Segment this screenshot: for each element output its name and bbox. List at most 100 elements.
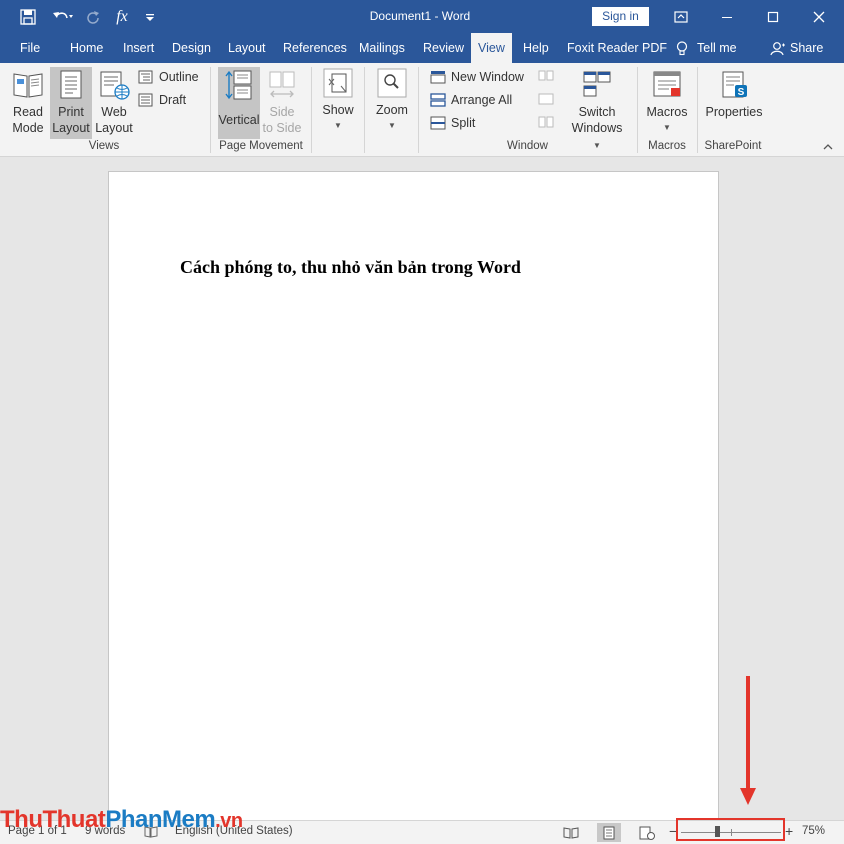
zoom-button[interactable]: Zoom ▼ xyxy=(372,67,412,139)
read-mode-button[interactable]: Read Mode xyxy=(8,67,48,139)
new-window-icon xyxy=(430,71,446,84)
read-mode-view-icon[interactable] xyxy=(559,823,583,842)
draft-button[interactable]: Draft xyxy=(138,93,186,107)
document-area: Cách phóng to, thu nhỏ văn bản trong Wor… xyxy=(0,157,844,831)
ribbon-separator xyxy=(637,67,638,153)
save-icon[interactable] xyxy=(14,0,42,33)
properties-label: Properties xyxy=(705,105,763,119)
share-person-icon xyxy=(770,41,785,55)
share-button[interactable]: Share xyxy=(770,33,823,63)
customize-qat-icon[interactable] xyxy=(140,0,160,33)
web-layout-label-2: Layout xyxy=(95,121,133,135)
print-layout-label-2: Layout xyxy=(52,121,90,135)
web-layout-label-1: Web xyxy=(101,105,127,119)
outline-button[interactable]: Outline xyxy=(138,70,199,84)
zoom-icon xyxy=(377,68,407,98)
ribbon-separator xyxy=(418,67,419,153)
macros-button[interactable]: Macros ▼ xyxy=(644,67,690,139)
tab-review[interactable]: Review xyxy=(423,33,464,63)
web-layout-view-icon[interactable] xyxy=(635,823,659,842)
ribbon-separator xyxy=(210,67,211,153)
split-button[interactable]: Split xyxy=(430,116,475,130)
new-window-label: New Window xyxy=(451,70,524,84)
tab-file[interactable]: File xyxy=(20,33,40,63)
vertical-button[interactable]: Vertical xyxy=(218,67,260,139)
minimize-icon[interactable] xyxy=(704,0,750,33)
tab-design[interactable]: Design xyxy=(172,33,211,63)
tab-view[interactable]: View xyxy=(471,33,512,63)
read-mode-label-1: Read xyxy=(13,105,43,119)
arrange-all-button[interactable]: Arrange All xyxy=(430,93,512,107)
window-title: Document1 - Word xyxy=(369,9,471,23)
properties-button[interactable]: S Properties xyxy=(704,67,764,139)
show-icon xyxy=(323,68,353,98)
zoom-level[interactable]: 75% xyxy=(802,825,825,837)
arrange-all-icon xyxy=(430,93,446,107)
collapse-ribbon-icon[interactable] xyxy=(822,141,834,153)
formula-icon[interactable]: fx xyxy=(110,0,134,33)
ribbon-separator xyxy=(697,67,698,153)
tab-insert[interactable]: Insert xyxy=(123,33,154,63)
print-layout-label-1: Print xyxy=(58,105,84,119)
close-icon[interactable] xyxy=(796,0,842,33)
macros-label: Macros xyxy=(646,105,688,119)
maximize-icon[interactable] xyxy=(750,0,796,33)
show-label: Show xyxy=(322,103,354,117)
tab-foxit-reader-pdf[interactable]: Foxit Reader PDF xyxy=(567,33,667,63)
outline-icon xyxy=(138,70,153,84)
side-to-side-label-2: to Side xyxy=(262,121,302,135)
zoom-dropdown-icon: ▼ xyxy=(388,121,396,130)
title-bar: fx Document1 - Word Sign in xyxy=(0,0,844,33)
redo-icon[interactable] xyxy=(82,0,104,33)
watermark-part1: ThuThuat xyxy=(0,806,106,833)
switch-windows-label-2-text: Windows xyxy=(571,121,623,135)
new-window-button[interactable]: New Window xyxy=(430,70,524,84)
compare-icons xyxy=(538,70,554,128)
read-mode-icon xyxy=(13,73,43,98)
print-layout-view-icon[interactable] xyxy=(597,823,621,842)
side-to-side-icon xyxy=(269,71,295,98)
group-label-views: Views xyxy=(88,140,120,152)
side-to-side-button[interactable]: Side to Side xyxy=(262,67,302,139)
group-label-page-movement: Page Movement xyxy=(219,140,303,152)
show-dropdown-icon: ▼ xyxy=(334,121,342,130)
tab-layout[interactable]: Layout xyxy=(228,33,266,63)
undo-icon[interactable] xyxy=(48,0,78,33)
lightbulb-icon xyxy=(676,40,688,55)
split-label: Split xyxy=(451,116,476,130)
web-layout-button[interactable]: Web Layout xyxy=(94,67,134,139)
zoom-in-button[interactable]: + xyxy=(785,823,793,839)
zoom-label: Zoom xyxy=(376,103,408,117)
document-heading[interactable]: Cách phóng to, thu nhỏ văn bản trong Wor… xyxy=(180,257,521,278)
macros-dropdown-icon: ▼ xyxy=(663,123,671,132)
document-page[interactable]: Cách phóng to, thu nhỏ văn bản trong Wor… xyxy=(108,171,719,831)
watermark-part2: PhanMem xyxy=(105,806,216,833)
watermark-logo: ThuThuatPhanMem.vn xyxy=(0,806,300,836)
tell-me-box[interactable]: Tell me xyxy=(676,33,737,63)
vertical-icon xyxy=(225,70,252,100)
switch-windows-button[interactable]: Switch Windows ▼ xyxy=(566,67,628,150)
show-button[interactable]: Show ▼ xyxy=(318,67,358,139)
sign-in-button[interactable]: Sign in xyxy=(592,7,649,26)
macros-icon xyxy=(653,71,681,97)
window-compare-buttons xyxy=(538,69,554,141)
print-layout-button[interactable]: Print Layout xyxy=(50,67,92,139)
tab-help[interactable]: Help xyxy=(523,33,549,63)
vertical-label: Vertical xyxy=(218,113,260,127)
ribbon-view: Read Mode Print Layout Web Layout Outlin… xyxy=(0,63,844,157)
properties-icon: S xyxy=(722,71,747,98)
switch-windows-label-1: Switch xyxy=(578,105,616,119)
switch-windows-icon xyxy=(583,71,611,97)
group-label-sharepoint: SharePoint xyxy=(704,140,762,152)
tab-references[interactable]: References xyxy=(283,33,347,63)
svg-text:S: S xyxy=(738,87,745,98)
red-arrow-icon xyxy=(740,676,756,805)
read-mode-label-2: Mode xyxy=(12,121,44,135)
side-to-side-label-1: Side xyxy=(269,105,295,119)
tab-home[interactable]: Home xyxy=(70,33,103,63)
split-icon xyxy=(430,116,446,130)
tab-mailings[interactable]: Mailings xyxy=(359,33,405,63)
ribbon-display-options-icon[interactable] xyxy=(658,0,704,33)
draft-icon xyxy=(138,93,153,107)
watermark-part3: .vn xyxy=(215,810,243,832)
